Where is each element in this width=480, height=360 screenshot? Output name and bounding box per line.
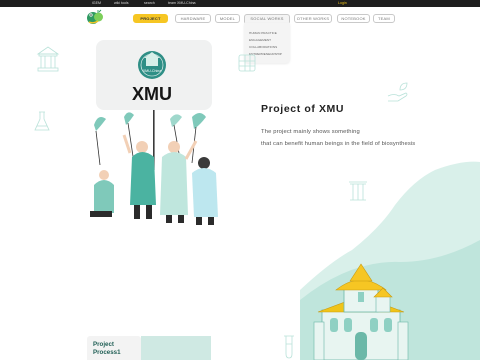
process-bar (141, 336, 211, 360)
project-process-card[interactable]: Project Process1 (87, 336, 141, 360)
landscape-illustration (300, 161, 480, 360)
process-card-line-2: Process1 (93, 349, 121, 356)
page: iGEM wiki tools search team XMU-China Lo… (0, 0, 480, 360)
process-card-line-1: Project (93, 341, 114, 348)
